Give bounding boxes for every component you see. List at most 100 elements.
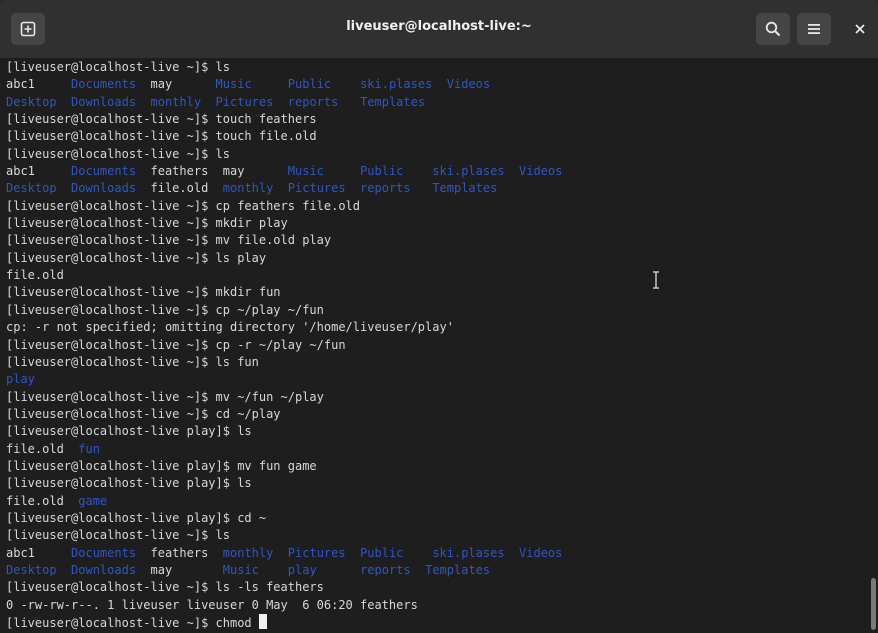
terminal-line: [liveuser@localhost-live ~]$ mv ~/fun ~/…: [6, 389, 562, 406]
terminal-line: abc1 Documents feathers may Music Public…: [6, 163, 562, 180]
terminal-text: [liveuser@localhost-live ~]$ cp ~/play ~…: [6, 302, 324, 317]
terminal-text: abc1: [6, 545, 72, 560]
directory-name: Public: [360, 164, 404, 179]
terminal-line: [liveuser@localhost-live ~]$ touch file.…: [6, 128, 562, 145]
terminal-line: [liveuser@localhost-live ~]$ ls play: [6, 250, 562, 267]
directory-name: Documents: [71, 164, 137, 179]
terminal-line: 0 -rw-rw-r--. 1 liveuser liveuser 0 May …: [6, 597, 562, 614]
directory-name: Downloads: [71, 562, 137, 577]
terminal-line: play: [6, 371, 562, 388]
terminal-line: Desktop Downloads may Music play reports…: [6, 562, 562, 579]
directory-name: ski.plases: [432, 164, 505, 179]
directory-name: Public: [287, 77, 332, 92]
terminal-text: may: [136, 562, 223, 577]
terminal-text: [liveuser@localhost-live ~]$ touch feath…: [6, 112, 317, 127]
terminal-text: [liveuser@localhost-live play]$ mv fun g…: [6, 458, 317, 473]
terminal-line: abc1 Documents may Music Public ski.plas…: [6, 76, 562, 93]
terminal-text: file.old: [6, 493, 79, 508]
terminal-line: file.old: [6, 267, 562, 284]
directory-name: Pictures: [215, 94, 274, 109]
directory-name: Pictures: [287, 181, 346, 196]
terminal-line: abc1 Documents feathers monthly Pictures…: [6, 545, 562, 562]
terminal-line: [liveuser@localhost-live ~]$ mkdir play: [6, 215, 562, 232]
terminal-text: abc1: [6, 164, 72, 179]
close-button[interactable]: [843, 13, 877, 45]
scrollbar-thumb[interactable]: [871, 578, 876, 630]
terminal-line: [liveuser@localhost-live ~]$ ls: [6, 527, 562, 544]
terminal-line: [liveuser@localhost-live ~]$ mv file.old…: [6, 232, 562, 249]
directory-name: reports: [287, 94, 339, 109]
terminal-text: [liveuser@localhost-live ~]$ cp -r ~/pla…: [6, 337, 346, 352]
terminal-text: [liveuser@localhost-live ~]$ ls: [6, 60, 230, 74]
terminal-text: 0 -rw-rw-r--. 1 liveuser liveuser 0 May …: [6, 597, 418, 612]
terminal-line: [liveuser@localhost-live ~]$ cp ~/play ~…: [6, 302, 562, 319]
directory-name: Desktop: [6, 181, 57, 196]
menu-button[interactable]: [797, 13, 831, 45]
directory-name: Pictures: [287, 545, 346, 560]
directory-name: Music: [215, 77, 252, 92]
terminal-line: [liveuser@localhost-live ~]$ ls fun: [6, 354, 562, 371]
terminal-text: [liveuser@localhost-live ~]$ mv file.old…: [6, 233, 332, 248]
terminal-text: [liveuser@localhost-live ~]$ touch file.…: [6, 129, 317, 144]
terminal-line: [liveuser@localhost-live ~]$ cp feathers…: [6, 198, 562, 215]
directory-name: Documents: [71, 545, 137, 560]
terminal-window: liveuser@localhost-live:~ [liveuser@loca…: [0, 0, 878, 633]
directory-name: Videos: [519, 545, 563, 560]
terminal-text: [liveuser@localhost-live ~]$ ls -ls feat…: [6, 580, 324, 595]
terminal-line: [liveuser@localhost-live ~]$ cd ~/play: [6, 406, 562, 423]
terminal-text: abc1: [6, 77, 72, 92]
directory-name: ski.plases: [432, 545, 505, 560]
terminal-line: [liveuser@localhost-live ~]$ cp -r ~/pla…: [6, 337, 562, 354]
directory-name: Downloads: [71, 181, 137, 196]
text-cursor-ibeam-icon: [653, 271, 659, 289]
terminal-line: [liveuser@localhost-live ~]$ mkdir fun: [6, 284, 562, 301]
directory-name: ski.plases: [360, 77, 433, 92]
directory-name: Videos: [519, 164, 563, 179]
terminal-line: [liveuser@localhost-live play]$ mv fun g…: [6, 458, 562, 475]
directory-name: Documents: [71, 77, 137, 92]
terminal-text: [liveuser@localhost-live ~]$ ls play: [6, 250, 267, 265]
terminal-line: [liveuser@localhost-live play]$ ls: [6, 423, 562, 440]
terminal-line: [liveuser@localhost-live ~]$ touch feath…: [6, 111, 562, 128]
directory-name: Public: [360, 545, 404, 560]
directory-name: play: [6, 372, 35, 387]
terminal-text: [liveuser@localhost-live play]$ ls: [6, 424, 252, 439]
terminal-text: [liveuser@localhost-live ~]$ ls: [6, 528, 230, 543]
directory-name: Templates: [360, 94, 426, 109]
search-button[interactable]: [756, 13, 790, 45]
terminal-text: [liveuser@localhost-live play]$ cd ~: [6, 510, 267, 525]
terminal-text: [liveuser@localhost-live ~]$ ls fun: [6, 354, 259, 369]
terminal-text: [liveuser@localhost-live ~]$ chmod: [6, 616, 259, 630]
directory-name: Templates: [432, 181, 498, 196]
terminal-text: [liveuser@localhost-live ~]$ mkdir fun: [6, 285, 281, 300]
terminal-text: feathers may: [136, 164, 288, 179]
terminal-text: cp: -r not specified; omitting directory…: [6, 320, 454, 335]
directory-name: Desktop: [6, 562, 57, 577]
terminal-output[interactable]: [liveuser@localhost-live ~]$ ls abc1 Docu…: [0, 58, 868, 633]
terminal-text: [liveuser@localhost-live ~]$ ls: [6, 146, 230, 161]
terminal-text: file.old: [136, 181, 223, 196]
terminal-text: file.old: [6, 441, 79, 456]
terminal-text: [liveuser@localhost-live ~]$ cp feathers…: [6, 198, 361, 213]
terminal-text: feathers: [136, 545, 223, 560]
scrollbar[interactable]: [868, 58, 878, 633]
